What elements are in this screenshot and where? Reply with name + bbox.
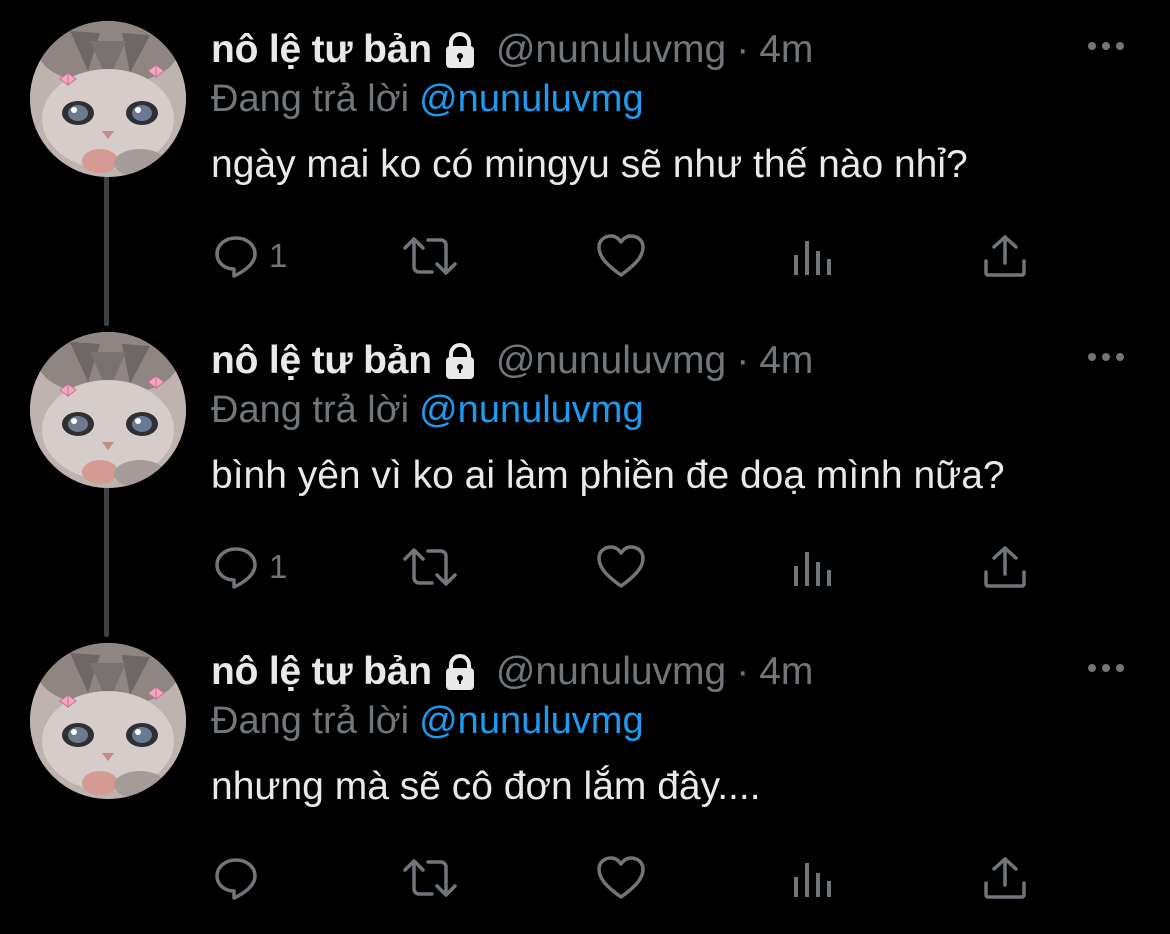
author-handle[interactable]: @nunuluvmg (496, 650, 726, 694)
views-icon (794, 241, 831, 275)
views-button[interactable] (790, 228, 836, 284)
share-button[interactable] (982, 228, 1028, 284)
tweet-text: ngày mai ko có mingyu sẽ như thế nào nhỉ… (211, 143, 968, 186)
author-name[interactable]: nô lệ tư bản (211, 339, 432, 383)
like-button[interactable] (596, 850, 646, 906)
retweet-button[interactable] (402, 539, 458, 595)
more-options-icon[interactable] (1084, 345, 1128, 369)
replying-to-mention[interactable]: @nunuluvmg (419, 389, 643, 431)
like-button[interactable] (596, 539, 646, 595)
like-button[interactable] (596, 228, 646, 284)
timestamp[interactable]: 4m (759, 28, 813, 72)
separator-dot: · (736, 650, 750, 693)
author-name[interactable]: nô lệ tư bản (211, 28, 432, 72)
avatar[interactable] (30, 643, 186, 799)
share-icon (984, 546, 1026, 588)
more-options-icon[interactable] (1084, 34, 1128, 58)
replying-to: Đang trả lời @nunuluvmg (211, 78, 644, 121)
share-button[interactable] (982, 850, 1028, 906)
replying-to-label: Đang trả lời (211, 78, 410, 120)
timestamp[interactable]: 4m (759, 339, 813, 383)
author-name[interactable]: nô lệ tư bản (211, 650, 432, 694)
share-icon (984, 235, 1026, 277)
replying-to-label: Đang trả lời (211, 700, 410, 742)
tweet-actions: 1 (0, 539, 1170, 595)
reply-icon (215, 236, 257, 278)
tweet-header: nô lệ tư bản @nunuluvmg · 4m (211, 339, 813, 383)
lock-icon (440, 30, 480, 70)
views-button[interactable] (790, 539, 836, 595)
tweet-text: bình yên vì ko ai làm phiền đe doạ mình … (211, 454, 1005, 497)
views-icon (794, 863, 831, 897)
reply-icon (215, 547, 257, 589)
retweet-icon (403, 548, 457, 586)
author-handle[interactable]: @nunuluvmg (496, 339, 726, 383)
timestamp[interactable]: 4m (759, 650, 813, 694)
more-options-icon[interactable] (1084, 656, 1128, 680)
tweet-actions: 1 (0, 228, 1170, 284)
reply-icon (215, 858, 257, 900)
separator-dot: · (736, 28, 750, 71)
heart-icon (597, 856, 645, 899)
views-icon (794, 552, 831, 586)
retweet-button[interactable] (402, 850, 458, 906)
tweet-actions (0, 850, 1170, 906)
tweet[interactable]: nô lệ tư bản @nunuluvmg · 4m Đang trả lờ… (0, 311, 1170, 623)
replying-to-label: Đang trả lời (211, 389, 410, 431)
retweet-icon (403, 237, 457, 275)
tweet-text: nhưng mà sẽ cô đơn lắm đây.... (211, 765, 761, 808)
lock-icon (440, 652, 480, 692)
replying-to: Đang trả lời @nunuluvmg (211, 389, 644, 432)
separator-dot: · (736, 339, 750, 382)
heart-icon (597, 545, 645, 588)
reply-button[interactable]: 1 (213, 539, 287, 595)
retweet-button[interactable] (402, 228, 458, 284)
avatar[interactable] (30, 21, 186, 177)
heart-icon (597, 234, 645, 277)
retweet-icon (403, 859, 457, 897)
tweet[interactable]: nô lệ tư bản @nunuluvmg · 4m Đang trả lờ… (0, 622, 1170, 934)
reply-count: 1 (269, 548, 288, 585)
lock-icon (440, 341, 480, 381)
tweet-thread: nô lệ tư bản @nunuluvmg · 4m Đang trả lờ… (0, 0, 1170, 923)
tweet-header: nô lệ tư bản @nunuluvmg · 4m (211, 650, 813, 694)
tweet-header: nô lệ tư bản @nunuluvmg · 4m (211, 28, 813, 72)
replying-to-mention[interactable]: @nunuluvmg (419, 700, 643, 742)
tweet[interactable]: nô lệ tư bản @nunuluvmg · 4m Đang trả lờ… (0, 0, 1170, 312)
reply-button[interactable]: 1 (213, 228, 287, 284)
reply-button[interactable] (213, 850, 269, 906)
share-button[interactable] (982, 539, 1028, 595)
avatar[interactable] (30, 332, 186, 488)
views-button[interactable] (790, 850, 836, 906)
reply-count: 1 (269, 237, 288, 274)
share-icon (984, 857, 1026, 899)
author-handle[interactable]: @nunuluvmg (496, 28, 726, 72)
replying-to-mention[interactable]: @nunuluvmg (419, 78, 643, 120)
replying-to: Đang trả lời @nunuluvmg (211, 700, 644, 743)
